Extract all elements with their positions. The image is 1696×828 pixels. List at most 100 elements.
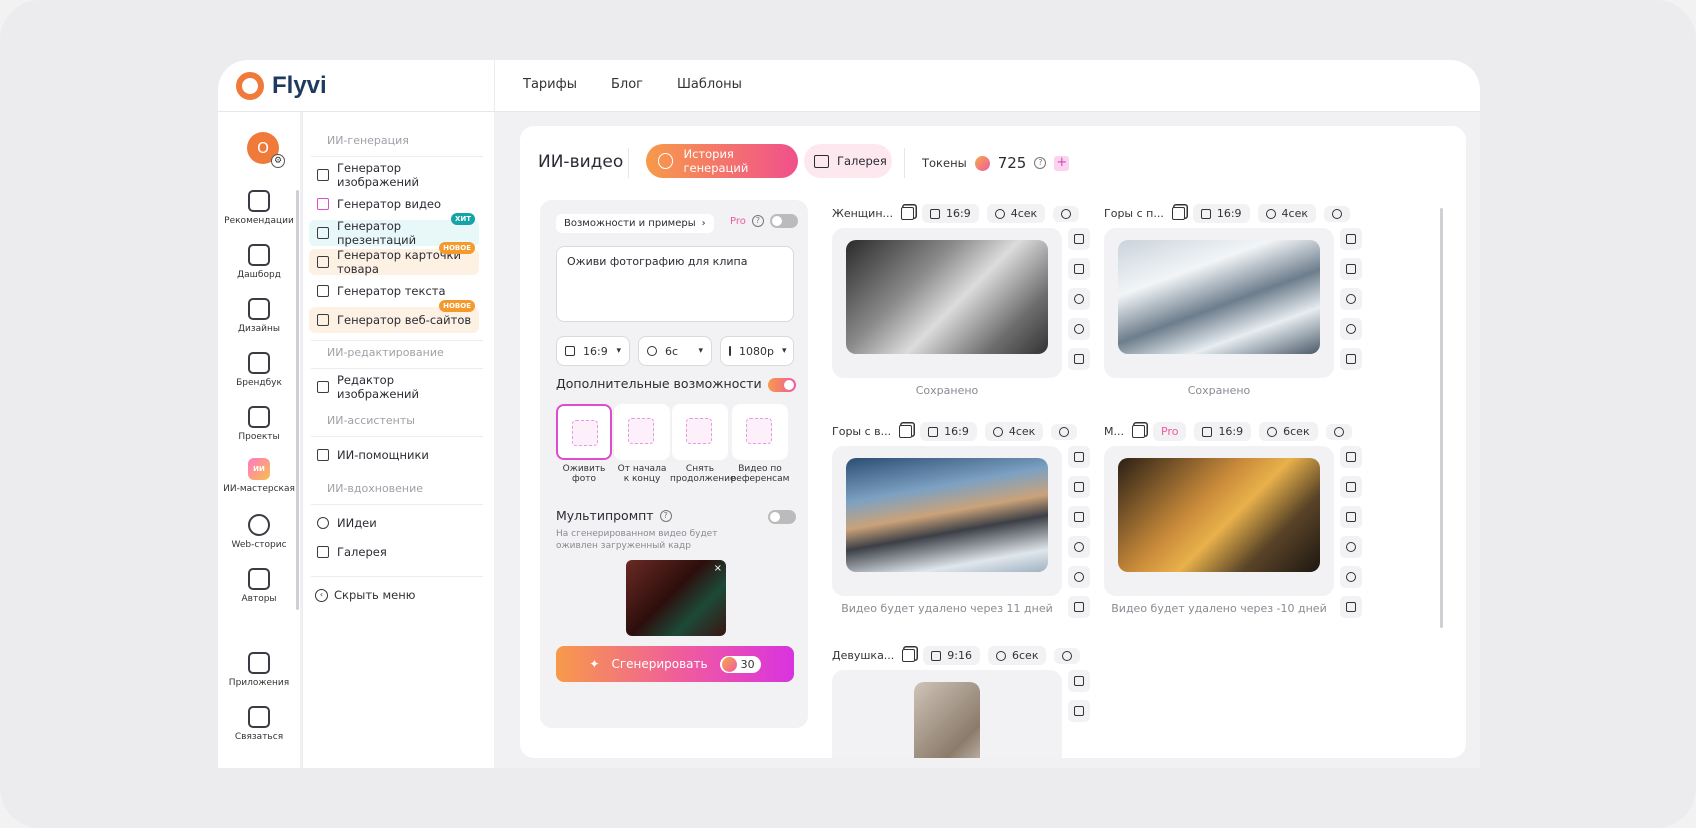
video-card[interactable] (1104, 446, 1334, 596)
idea-button[interactable] (1068, 536, 1090, 558)
menu-ideas[interactable]: ИИдеи (309, 510, 479, 536)
download-button[interactable] (1068, 446, 1090, 468)
save-button[interactable] (1068, 476, 1090, 498)
extend-button[interactable] (1068, 566, 1090, 588)
mute-toggle[interactable] (1054, 647, 1081, 664)
rail-projects[interactable]: Проекты (218, 406, 300, 442)
menu-gallery[interactable]: Галерея (309, 539, 479, 565)
logo[interactable]: Flyvi (236, 72, 327, 100)
resolution-select[interactable]: 1080p ▾ (720, 336, 794, 366)
rail-ai-workshop[interactable]: ИИ ИИ-мастерская (218, 458, 300, 494)
generate-button[interactable]: ✦ Сгенерировать 30 (556, 646, 794, 682)
option-animate-photo[interactable] (556, 404, 612, 460)
video-thumbnail[interactable] (1118, 240, 1320, 354)
duration-select[interactable]: 6с ▾ (638, 336, 712, 366)
rail-contact[interactable]: Связаться (218, 706, 300, 742)
rail-web-stories[interactable]: Web-сторис (218, 514, 300, 550)
mute-toggle[interactable] (1053, 205, 1080, 222)
pro-toggle[interactable] (769, 214, 798, 228)
history-button[interactable]: История генераций (646, 144, 798, 178)
image-button[interactable] (1340, 258, 1362, 280)
start-end-icon (628, 418, 654, 444)
uploaded-frame-thumbnail[interactable]: × (626, 560, 726, 636)
video-card[interactable] (832, 670, 1062, 758)
copy-icon[interactable] (1171, 207, 1185, 220)
ratio-select[interactable]: 16:9 ▾ (556, 336, 630, 366)
gallery-button[interactable]: Галерея (804, 144, 892, 178)
nav-templates[interactable]: Шаблоны (677, 77, 742, 92)
card-title: Девушка... (832, 649, 895, 662)
help-icon[interactable]: ? (751, 215, 764, 227)
extend-button[interactable] (1340, 318, 1362, 340)
results-scrollbar[interactable] (1440, 208, 1443, 628)
option-start-to-end[interactable] (614, 404, 670, 460)
video-thumbnail[interactable] (846, 458, 1048, 572)
extra-options-toggle[interactable] (768, 378, 796, 392)
delete-button[interactable] (1340, 596, 1362, 618)
delete-button[interactable] (1068, 348, 1090, 370)
idea-button[interactable] (1340, 536, 1362, 558)
option-continue[interactable] (672, 404, 728, 460)
delete-button[interactable] (1068, 596, 1090, 618)
menu-website-generator[interactable]: Генератор веб-сайтов НОВОЕ (309, 300, 479, 333)
rail-recommendations[interactable]: Рекомендации (218, 190, 300, 226)
close-icon[interactable]: × (714, 563, 722, 574)
image-button[interactable] (1340, 506, 1362, 528)
save-button[interactable] (1340, 476, 1362, 498)
rail-brandbook[interactable]: Брендбук (218, 352, 300, 388)
image-button[interactable] (1068, 258, 1090, 280)
download-button[interactable] (1340, 228, 1362, 250)
menu-ai-helpers[interactable]: ИИ-помощники (309, 442, 479, 468)
download-icon (1074, 676, 1084, 686)
video-card[interactable] (832, 228, 1062, 378)
mute-toggle[interactable] (1051, 423, 1078, 440)
multiprompt-toggle[interactable] (768, 510, 796, 524)
download-button[interactable] (1340, 446, 1362, 468)
nav-pricing[interactable]: Тарифы (523, 77, 577, 92)
mute-icon (1333, 426, 1344, 437)
divider (311, 340, 483, 341)
folder-icon (248, 406, 270, 428)
nav-blog[interactable]: Блог (611, 77, 643, 92)
extend-button[interactable] (1068, 318, 1090, 340)
rail-designs[interactable]: Дизайны (218, 298, 300, 334)
rail-authors[interactable]: Авторы (218, 568, 300, 604)
menu-product-card-generator[interactable]: Генератор карточки товара НОВОЕ (309, 242, 479, 276)
delete-button[interactable] (1340, 348, 1362, 370)
menu-image-generator[interactable]: Генератор изображений (309, 161, 479, 189)
video-card[interactable] (1104, 228, 1334, 378)
copy-icon[interactable] (899, 425, 913, 438)
rail-apps[interactable]: Приложения (218, 652, 300, 688)
copy-icon[interactable] (901, 207, 914, 220)
add-tokens-button[interactable]: + (1054, 155, 1070, 171)
authors-icon (248, 568, 270, 590)
download-button[interactable] (1068, 228, 1090, 250)
video-thumbnail[interactable] (1118, 458, 1320, 572)
download-button[interactable] (1068, 670, 1090, 692)
lightbulb-icon (317, 517, 329, 529)
references-icon (746, 418, 772, 444)
multiprompt-description: На сгенерированном видео будет оживлен з… (556, 529, 718, 551)
idea-button[interactable] (1340, 288, 1362, 310)
video-thumbnail[interactable] (914, 682, 980, 758)
video-thumbnail[interactable] (846, 240, 1048, 354)
mute-toggle[interactable] (1324, 205, 1351, 222)
hide-menu-button[interactable]: ‹ Скрыть меню (315, 588, 415, 602)
gear-icon[interactable]: ⚙ (271, 154, 285, 168)
examples-button[interactable]: Возможности и примеры › (556, 214, 714, 233)
option-references[interactable] (732, 404, 788, 460)
image-button[interactable] (1068, 506, 1090, 528)
help-icon[interactable]: ? (659, 509, 672, 522)
copy-icon[interactable] (1131, 425, 1145, 438)
idea-button[interactable] (1068, 288, 1090, 310)
save-button[interactable] (1068, 700, 1090, 722)
mute-toggle[interactable] (1325, 423, 1352, 440)
rail-scrollbar[interactable] (296, 190, 299, 610)
extend-button[interactable] (1340, 566, 1362, 588)
rail-dashboard[interactable]: Дашборд (218, 244, 300, 280)
prompt-input[interactable]: Оживи фотографию для клипа (556, 246, 794, 322)
help-icon[interactable]: ? (1034, 157, 1047, 169)
menu-image-editor[interactable]: Редактор изображений (309, 373, 479, 401)
copy-icon[interactable] (902, 649, 916, 662)
video-card[interactable] (832, 446, 1062, 596)
